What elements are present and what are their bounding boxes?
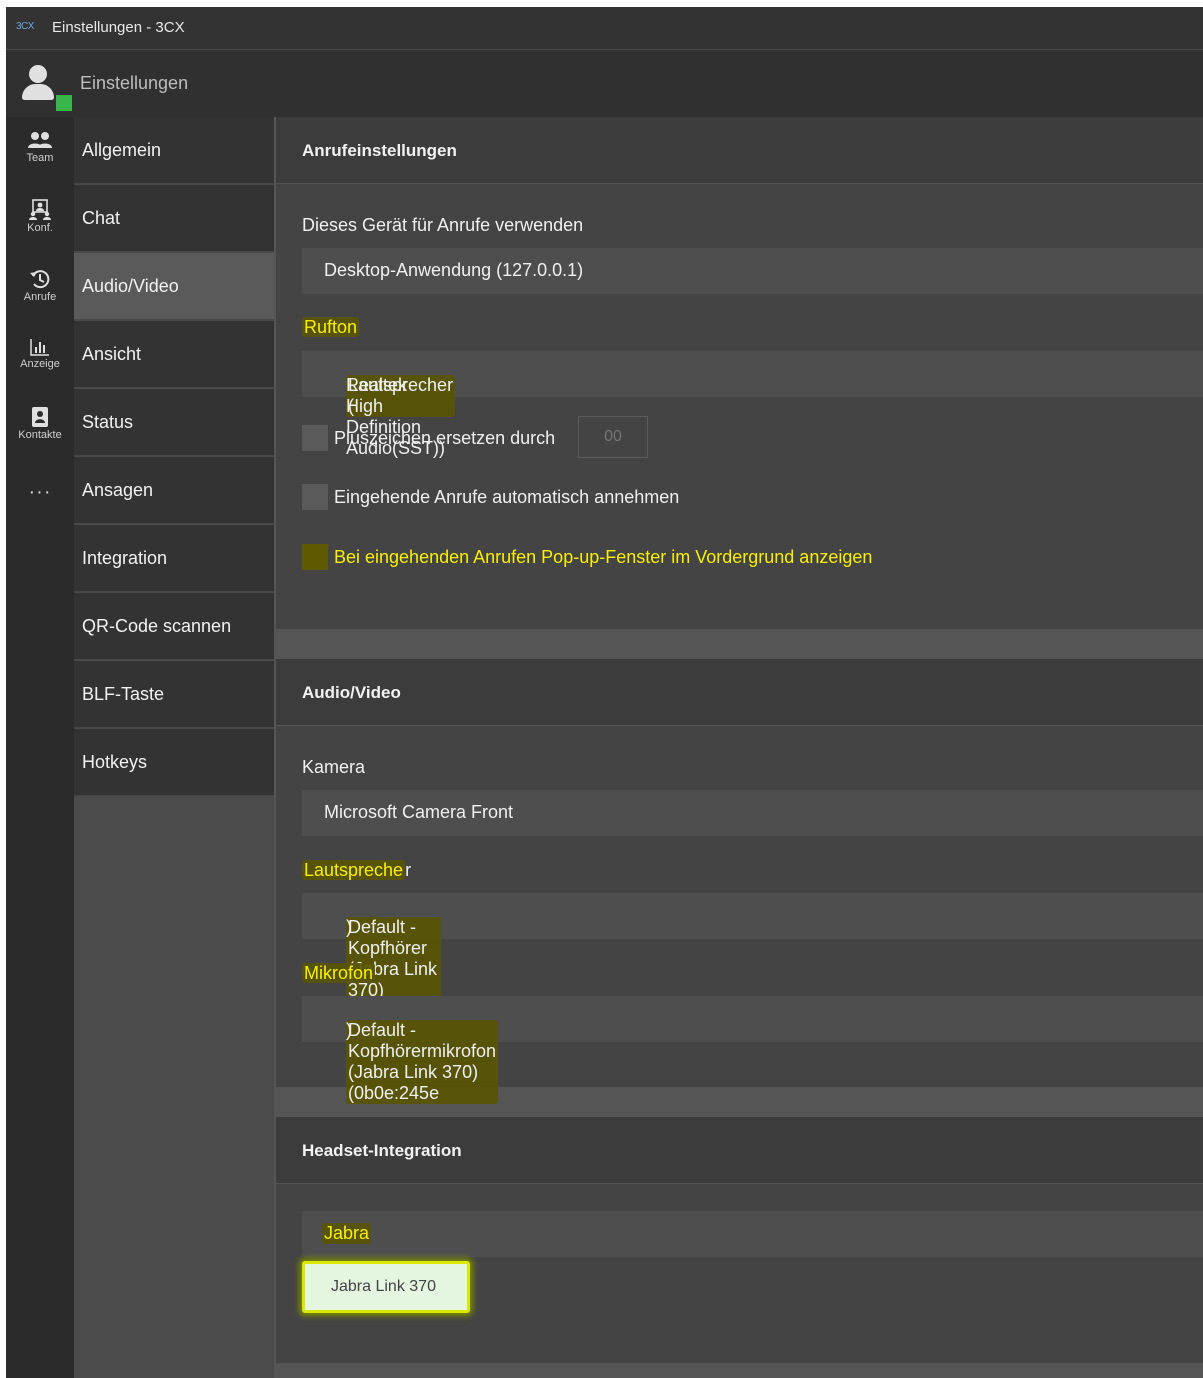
nav-label: Status [82, 412, 134, 432]
headset-device-name: Jabra Link 370 [331, 1278, 436, 1295]
history-icon [30, 270, 50, 289]
nav-label: Ansicht [82, 344, 142, 364]
rail-label-contacts: Kontakte [18, 429, 62, 441]
rail-item-calls[interactable]: Anrufe [6, 268, 74, 328]
auto-answer-label: Eingehende Anrufe automatisch annehmen [334, 487, 680, 507]
nav-label: Ansagen [82, 480, 154, 500]
settings-content: Anrufeinstellungen Dieses Gerät für Anru… [274, 117, 1203, 1378]
rail-label-conference: Konf. [27, 222, 53, 234]
camera-label: Kamera [302, 757, 366, 777]
nav-item-qr-code[interactable]: QR-Code scannen [74, 593, 274, 660]
speaker-value-rest: ) [346, 917, 352, 937]
nav-item-hotkeys[interactable]: Hotkeys [74, 729, 274, 796]
team-icon [28, 132, 52, 148]
headset-vendor: Jabra [322, 1223, 372, 1244]
popup-checkbox[interactable] [302, 544, 328, 570]
nav-item-integration[interactable]: Integration [74, 525, 274, 592]
nav-item-audio-video[interactable]: Audio/Video [74, 253, 274, 320]
device-value: Desktop-Anwendung (127.0.0.1) [324, 260, 584, 280]
rail-label-display: Anzeige [20, 358, 60, 370]
headset-vendor-select[interactable]: Jabra [302, 1211, 1203, 1257]
rail-label-team: Team [26, 152, 54, 164]
section-title: Anrufeinstellungen [302, 141, 457, 160]
rail-label-calls: Anrufe [23, 291, 57, 303]
section-call-settings: Anrufeinstellungen Dieses Gerät für Anru… [276, 117, 1203, 629]
camera-value: Microsoft Camera Front [324, 802, 514, 822]
nav-label: Allgemein [82, 140, 162, 160]
user-icon [29, 65, 47, 83]
nav-label: BLF-Taste [82, 684, 165, 704]
ringtone-label-text: Rufton [302, 317, 360, 337]
section-headset: Headset-Integration Jabra Jabra Link 370 [276, 1117, 1203, 1363]
section-header: Anrufeinstellungen [276, 117, 1203, 184]
mic-select[interactable]: Default - Kopfhörermikrofon (Jabra Link … [302, 996, 1203, 1104]
contacts-icon [32, 407, 48, 427]
plus-replace-checkbox[interactable] [302, 425, 328, 451]
avatar[interactable] [20, 62, 72, 111]
nav-item-ansagen[interactable]: Ansagen [74, 457, 274, 524]
speaker-label: Lautspreche r [302, 860, 411, 881]
plus-replace-input[interactable] [578, 416, 648, 458]
chart-icon [30, 339, 49, 356]
auto-answer-checkbox[interactable] [302, 484, 328, 510]
app-logo: 3CX [16, 21, 34, 32]
conference-icon [29, 199, 51, 220]
icon-rail: Team Konf. Anrufe Anzeige Kontakte ··· [6, 117, 74, 1378]
page-header: Einstellungen [6, 50, 1203, 117]
ringtone-label: Rufton [302, 317, 360, 338]
settings-nav: Allgemein Chat Audio/Video Ansicht Statu… [74, 117, 274, 1378]
page-title: Einstellungen [80, 73, 189, 93]
section-title: Headset-Integration [302, 1141, 462, 1160]
mic-label-text: Mikrofon [302, 963, 376, 983]
section-title: Audio/Video [302, 683, 401, 702]
nav-item-ansicht[interactable]: Ansicht [74, 321, 274, 388]
device-label: Dieses Gerät für Anrufe verwenden [302, 215, 584, 235]
speaker-select[interactable]: Default - Kopfhörer (Jabra Link 370) (0b… [302, 893, 1203, 1022]
nav-item-allgemein[interactable]: Allgemein [74, 117, 274, 184]
section-header: Headset-Integration [276, 1117, 1203, 1184]
nav-item-chat[interactable]: Chat [74, 185, 274, 252]
speaker-label-highlight: Lautspreche [302, 860, 406, 880]
rail-item-contacts[interactable]: Kontakte [6, 406, 74, 466]
speaker-label-rest: r [405, 860, 412, 880]
headset-device-chip[interactable]: Jabra Link 370 [302, 1261, 470, 1313]
rail-item-display[interactable]: Anzeige [6, 337, 74, 397]
nav-label: Chat [82, 208, 121, 228]
plus-replace-label: Pluszeichen ersetzen durch [334, 428, 556, 448]
nav-item-blf-taste[interactable]: BLF-Taste [74, 661, 274, 728]
title-bar: 3CX Einstellungen - 3CX [6, 7, 1203, 50]
user-icon-body [22, 84, 54, 100]
nav-label: Audio/Video [82, 276, 179, 296]
presence-indicator [56, 95, 72, 111]
ringtone-select[interactable]: Lautsprecher (Realtek High Definition Au… [302, 351, 1203, 458]
section-audio-video: Audio/Video Kamera Microsoft Camera Fron… [276, 659, 1203, 1104]
nav-label: QR-Code scannen [82, 616, 232, 636]
window-title: Einstellungen - 3CX [52, 19, 185, 36]
device-select[interactable]: Desktop-Anwendung (127.0.0.1) [302, 248, 1203, 294]
app-window: 3CX Einstellungen - 3CX Einstellungen Te… [6, 7, 1203, 1378]
rail-item-team[interactable]: Team [6, 131, 74, 191]
popup-label: Bei eingehenden Anrufen Pop-up-Fenster i… [334, 547, 873, 567]
nav-item-status[interactable]: Status [74, 389, 274, 456]
mic-value-rest: ) [346, 1020, 352, 1040]
nav-label: Hotkeys [82, 752, 148, 772]
section-header: Audio/Video [276, 659, 1203, 726]
camera-select[interactable]: Microsoft Camera Front [302, 790, 1203, 836]
mic-value-highlight: Default - Kopfhörermikrofon (Jabra Link … [346, 1020, 499, 1104]
more-icon[interactable]: ··· [6, 481, 74, 504]
rail-item-conference[interactable]: Konf. [6, 199, 74, 259]
mic-label: Mikrofon [302, 963, 376, 984]
nav-label: Integration [82, 548, 168, 568]
